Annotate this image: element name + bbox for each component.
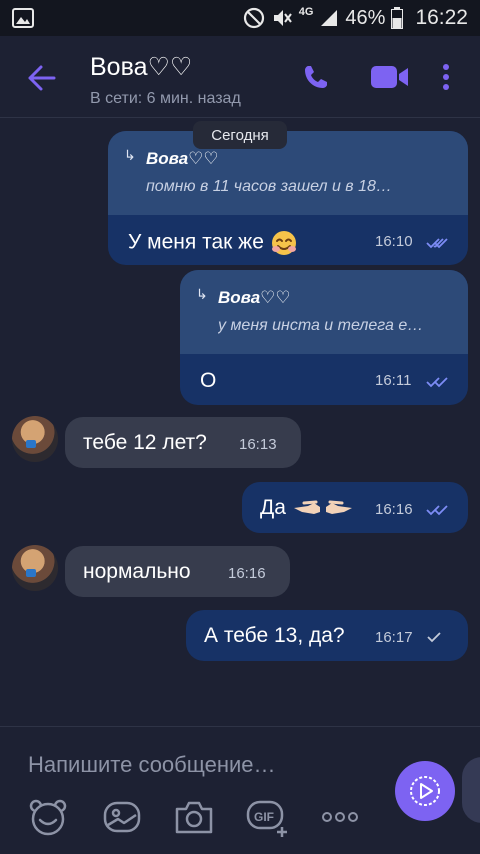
more-tools-button[interactable] <box>320 797 360 837</box>
read-ticks-icon <box>426 238 448 249</box>
message-time: 16:16 <box>228 565 266 582</box>
reply-arrow-icon: ↳ <box>124 147 136 163</box>
do-not-disturb-icon <box>243 7 264 29</box>
battery-percent: 46% <box>345 6 386 29</box>
message-bubble-incoming[interactable]: тебе 12 лет? 16:13 <box>65 417 301 468</box>
message-bubble-outgoing[interactable]: ↳ Вова♡♡ у меня инста и телега е… О 16:1… <box>180 270 468 405</box>
reply-author: Вова♡♡ <box>146 149 219 168</box>
battery-icon <box>391 7 404 29</box>
call-button[interactable] <box>302 63 330 96</box>
contact-name[interactable]: Вова♡♡ <box>90 52 192 82</box>
message-text: А тебе 13, да? <box>204 624 345 647</box>
message-time: 16:11 <box>375 372 412 389</box>
contact-status: В сети: 6 мин. назад <box>90 90 241 107</box>
avatar[interactable] <box>12 416 58 462</box>
read-ticks-icon <box>426 505 448 516</box>
message-bubble-outgoing[interactable]: Да 16:16 <box>242 482 468 533</box>
date-separator: Сегодня <box>193 121 287 149</box>
pointing-hands-icon <box>293 500 352 515</box>
video-call-icon <box>371 66 408 88</box>
message-text: Да <box>260 496 286 519</box>
message-time: 16:13 <box>239 436 277 453</box>
sticker-icon <box>29 799 67 836</box>
smiling-face-icon <box>271 231 296 255</box>
gallery-notification-icon <box>12 8 34 28</box>
message-text: тебе 12 лет? <box>83 431 207 454</box>
message-time: 16:17 <box>375 629 413 646</box>
sticker-button[interactable] <box>28 797 68 837</box>
more-horizontal-icon <box>322 812 358 822</box>
signal-icon <box>321 10 338 26</box>
network-type-label: 4G <box>298 6 314 18</box>
reply-arrow-icon: ↳ <box>196 286 208 302</box>
play-message-icon <box>410 776 440 806</box>
reply-quote[interactable]: ↳ Вова♡♡ помню в 11 часов зашел и в 18… <box>108 131 468 215</box>
more-vertical-icon <box>443 64 449 90</box>
video-call-button[interactable] <box>370 64 410 95</box>
chat-header: Вова♡♡ В сети: 6 мин. назад <box>0 36 480 118</box>
gallery-icon <box>103 801 141 833</box>
read-ticks-icon <box>426 377 448 388</box>
gif-icon: GIF <box>246 800 287 837</box>
reply-author: Вова♡♡ <box>218 288 291 307</box>
back-button[interactable] <box>26 62 58 94</box>
reply-text: помню в 11 часов зашел и в 18… <box>146 178 392 195</box>
gif-button[interactable]: GIF <box>246 797 287 837</box>
more-options-button[interactable] <box>440 62 452 97</box>
message-text: У меня так же <box>128 230 264 254</box>
message-text: О <box>200 369 217 392</box>
camera-icon <box>175 801 213 834</box>
back-arrow-icon <box>28 65 56 91</box>
side-panel-tab[interactable] <box>462 757 480 823</box>
svg-text:GIF: GIF <box>254 810 274 824</box>
message-time: 16:10 <box>375 233 413 250</box>
gallery-button[interactable] <box>102 797 142 837</box>
message-bubble-outgoing[interactable]: ↳ Вова♡♡ помню в 11 часов зашел и в 18… … <box>108 131 468 265</box>
message-bubble-incoming[interactable]: нормально 16:16 <box>65 546 290 597</box>
message-text: нормально <box>83 560 191 583</box>
avatar[interactable] <box>12 545 58 591</box>
message-input[interactable] <box>28 749 388 781</box>
delivered-tick-icon <box>427 632 441 643</box>
clock: 16:22 <box>415 6 468 29</box>
camera-button[interactable] <box>174 797 214 837</box>
status-bar: 4G 46% 16:22 <box>0 0 480 36</box>
mute-icon <box>273 10 292 26</box>
message-composer: GIF <box>0 726 480 854</box>
phone-icon <box>305 66 327 88</box>
reply-quote[interactable]: ↳ Вова♡♡ у меня инста и телега е… <box>180 270 468 354</box>
voice-send-button[interactable] <box>395 761 455 821</box>
message-time: 16:16 <box>375 501 413 518</box>
reply-text: у меня инста и телега е… <box>218 317 424 334</box>
message-bubble-outgoing[interactable]: А тебе 13, да? 16:17 <box>186 610 468 661</box>
